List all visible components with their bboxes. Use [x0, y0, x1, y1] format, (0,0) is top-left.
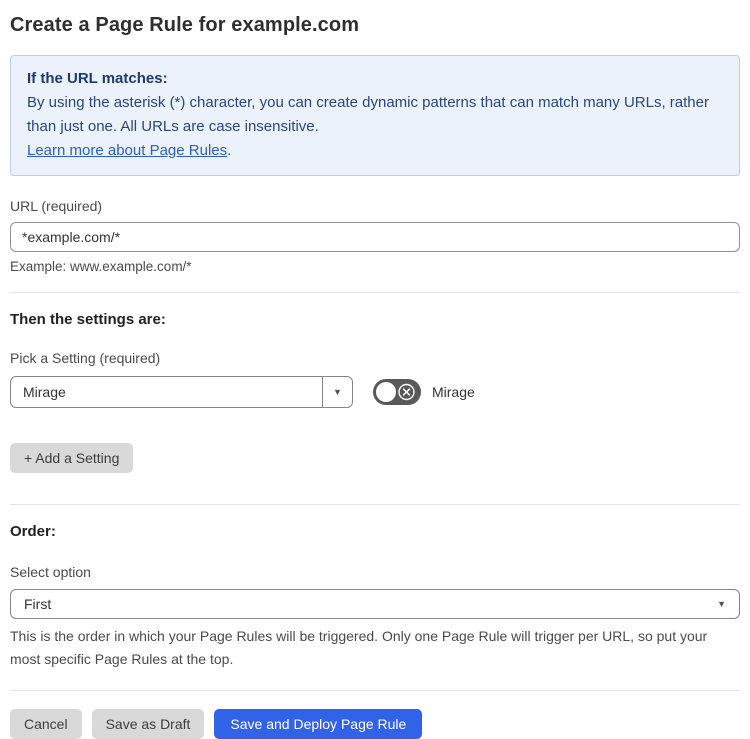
link-suffix: . [227, 142, 232, 159]
info-box-heading: If the URL matches: [27, 70, 168, 87]
toggle-off-graphic [373, 379, 421, 405]
info-box-link-line: Learn more about Page Rules. [27, 139, 723, 163]
order-helper-text: This is the order in which your Page Rul… [10, 628, 708, 667]
url-input[interactable] [10, 222, 740, 252]
settings-section-heading: Then the settings are: [10, 311, 166, 328]
save-and-deploy-button[interactable]: Save and Deploy Page Rule [214, 709, 423, 739]
info-box-body: By using the asterisk (*) character, you… [27, 94, 709, 135]
chevron-down-icon: ▼ [717, 599, 726, 609]
url-example-helper: Example: www.example.com/* [10, 259, 192, 274]
setting-row: Mirage ▼ Mirage [10, 376, 740, 408]
mirage-toggle[interactable] [373, 379, 421, 405]
page-title: Create a Page Rule for example.com [10, 14, 360, 36]
divider [10, 504, 740, 505]
order-section-heading: Order: [10, 523, 56, 540]
learn-more-link[interactable]: Learn more about Page Rules [27, 142, 227, 159]
divider [10, 292, 740, 293]
save-as-draft-button[interactable]: Save as Draft [91, 709, 205, 739]
setting-select-arrow-button[interactable]: ▼ [322, 377, 352, 407]
order-select[interactable]: First ▼ [10, 589, 740, 619]
add-setting-button[interactable]: + Add a Setting [10, 443, 134, 473]
url-matches-info-box: If the URL matches: By using the asteris… [10, 55, 740, 176]
pick-setting-label: Pick a Setting (required) [10, 350, 161, 366]
toggle-knob [376, 382, 396, 402]
divider [10, 690, 740, 691]
order-select-value: First [24, 596, 52, 612]
cancel-button[interactable]: Cancel [10, 709, 82, 739]
chevron-down-icon: ▼ [333, 387, 342, 397]
url-field-label: URL (required) [10, 198, 103, 214]
create-page-rule-form: Create a Page Rule for example.com If th… [0, 0, 750, 739]
order-select-label: Select option [10, 564, 91, 580]
toggle-setting-label: Mirage [432, 384, 475, 400]
footer-actions: Cancel Save as Draft Save and Deploy Pag… [10, 709, 740, 739]
setting-select-value: Mirage [23, 384, 66, 400]
setting-select[interactable]: Mirage ▼ [10, 376, 353, 408]
